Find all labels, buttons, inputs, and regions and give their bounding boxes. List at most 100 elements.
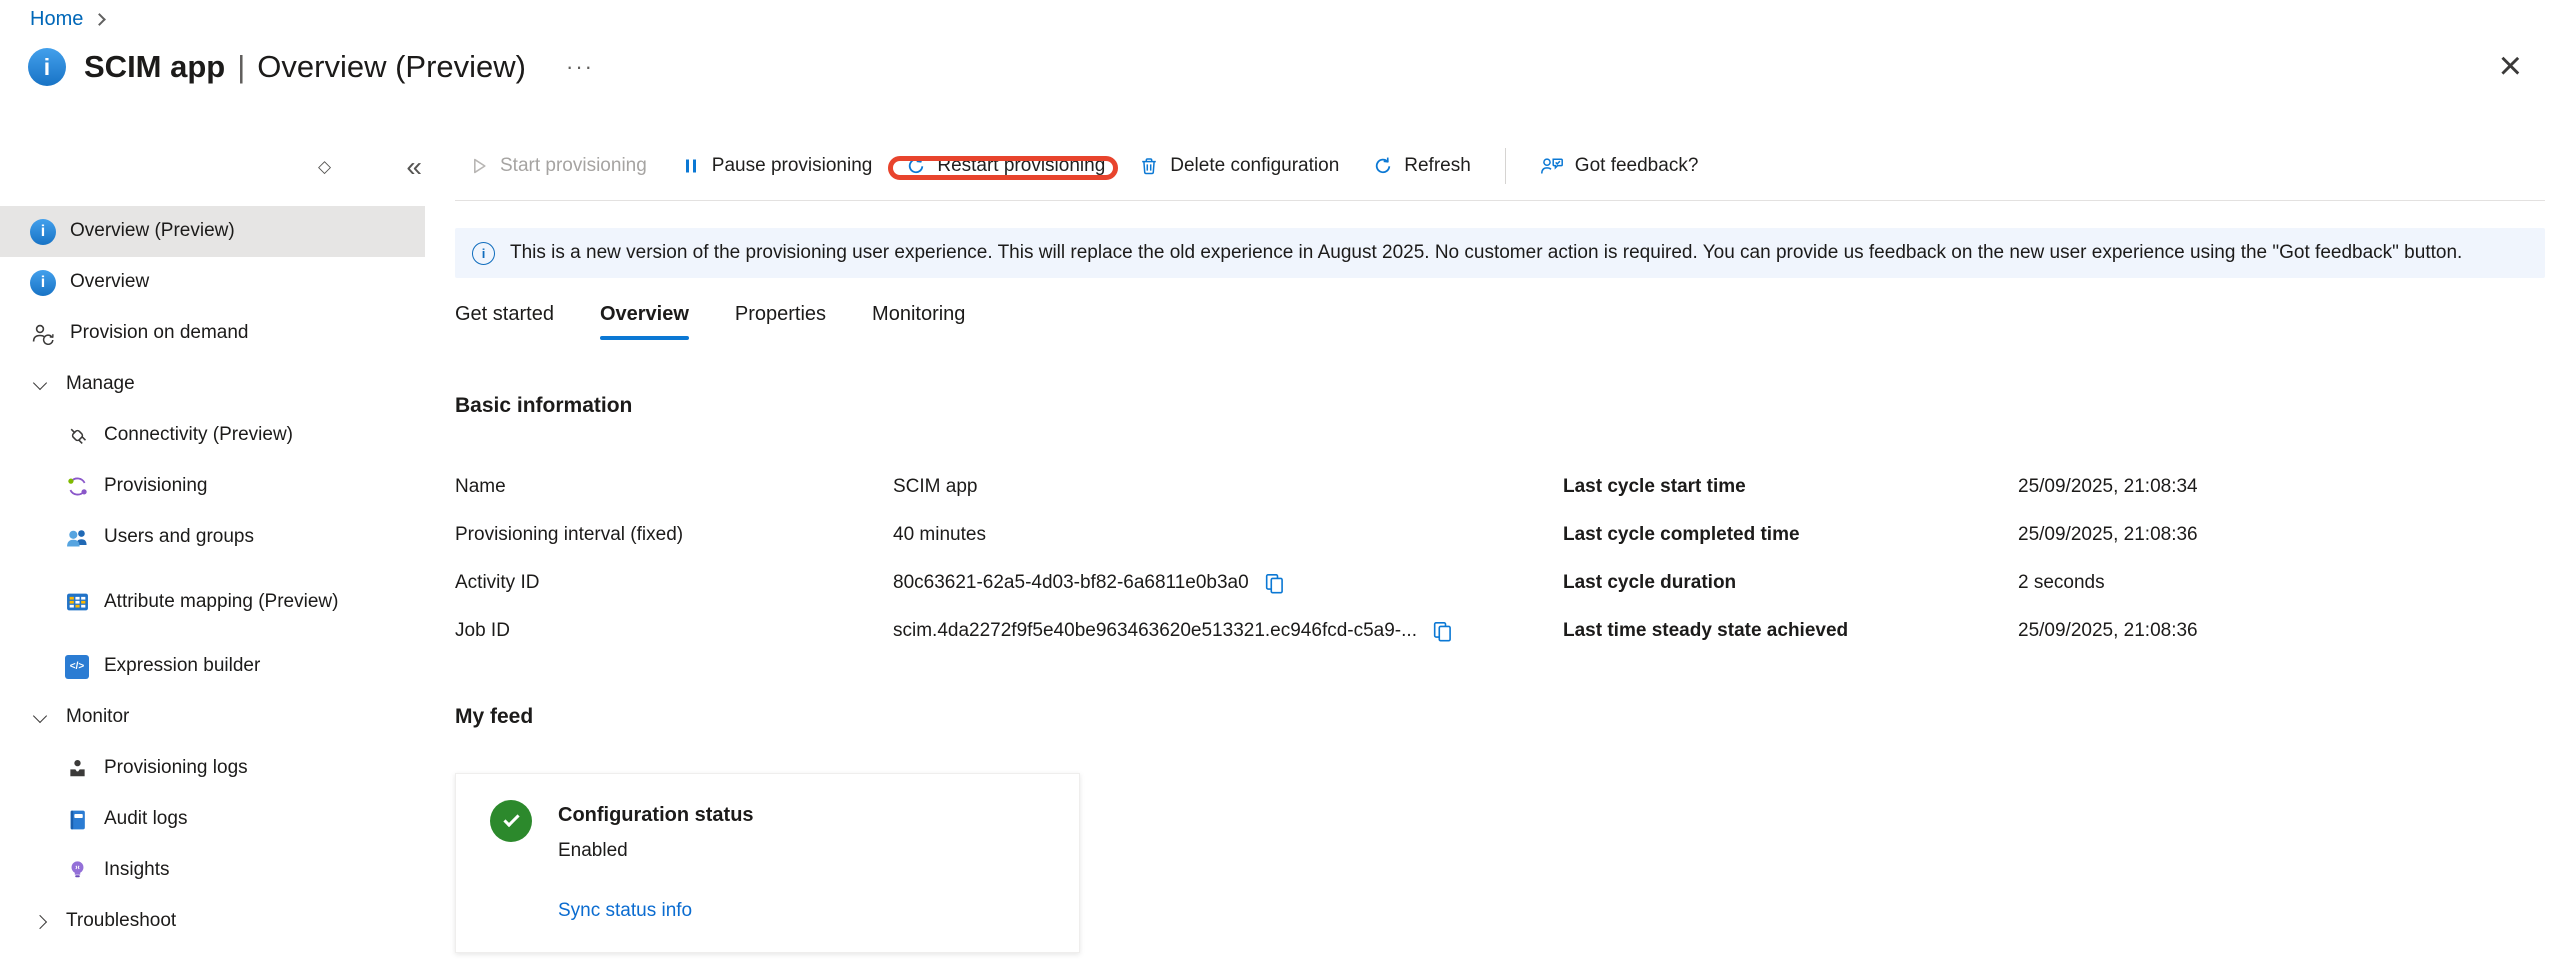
- info-badge-icon: i: [30, 270, 56, 296]
- blade-title: Overview (Preview): [257, 49, 526, 85]
- sidebar-item-label: Attribute mapping (Preview): [104, 590, 338, 615]
- pause-provisioning-button[interactable]: Pause provisioning: [681, 155, 873, 177]
- sidebar-item-insights[interactable]: Insights: [0, 845, 425, 896]
- sidebar-item-label: Users and groups: [104, 525, 254, 550]
- sidebar-item-overview[interactable]: i Overview: [0, 257, 425, 308]
- got-feedback-button[interactable]: Got feedback?: [1540, 155, 1699, 177]
- refresh-button[interactable]: Refresh: [1373, 155, 1471, 177]
- sidebar-group-label: Manage: [66, 372, 135, 397]
- tab-monitoring[interactable]: Monitoring: [872, 303, 965, 340]
- sidebar-item-label: Overview: [70, 270, 149, 295]
- basic-information-heading: Basic information: [455, 394, 2545, 418]
- sidebar-item-label: Connectivity (Preview): [104, 423, 293, 448]
- sidebar-item-provisioning[interactable]: Provisioning: [0, 461, 425, 512]
- info-label: Name: [455, 463, 893, 511]
- sidebar-group-label: Troubleshoot: [66, 909, 176, 934]
- app-info-badge-icon: i: [28, 48, 66, 86]
- info-value: 80c63621-62a5-4d03-bf82-6a6811e0b3a0: [893, 559, 1563, 607]
- sidebar-group-label: Monitor: [66, 705, 129, 730]
- sidebar-item-label: Insights: [104, 858, 169, 883]
- plug-icon: [64, 424, 90, 447]
- sidebar-item-label: Overview (Preview): [70, 219, 235, 244]
- info-value: 2 seconds: [2018, 559, 2545, 607]
- app-name: SCIM app: [84, 49, 225, 85]
- mapping-table-icon: [64, 592, 90, 612]
- feedback-icon: [1540, 156, 1564, 176]
- sidebar-item-overview-preview[interactable]: i Overview (Preview): [0, 206, 425, 257]
- copy-icon[interactable]: [1431, 620, 1454, 643]
- tab-overview[interactable]: Overview: [600, 303, 689, 340]
- play-icon: [469, 156, 489, 176]
- info-label: Job ID: [455, 607, 893, 655]
- info-label: Last time steady state achieved: [1563, 607, 2018, 655]
- code-icon: </>: [65, 655, 89, 679]
- sidebar-item-users-and-groups[interactable]: Users and groups: [0, 512, 425, 563]
- info-label: Provisioning interval (fixed): [455, 511, 893, 559]
- sync-status-info-link[interactable]: Sync status info: [558, 900, 692, 922]
- book-icon: [64, 809, 90, 831]
- tab-get-started[interactable]: Get started: [455, 303, 554, 340]
- breadcrumb: Home: [30, 8, 104, 31]
- title-separator: |: [237, 49, 245, 85]
- more-options-icon[interactable]: ···: [566, 54, 594, 80]
- chevron-right-icon: [33, 914, 47, 928]
- toolbar-divider: [455, 200, 2545, 201]
- sidebar-item-label: Expression builder: [104, 654, 260, 679]
- chevron-down-icon: [33, 708, 47, 722]
- sidebar-item-provision-on-demand[interactable]: Provision on demand: [0, 308, 425, 359]
- tab-properties[interactable]: Properties: [735, 303, 826, 340]
- tab-bar: Get started Overview Properties Monitori…: [455, 303, 2545, 340]
- sidebar-item-label: Provision on demand: [70, 321, 249, 346]
- sidebar-item-label: Provisioning: [104, 474, 208, 499]
- sidebar-item-expression-builder[interactable]: </> Expression builder: [0, 641, 425, 692]
- sync-dots-icon: [64, 475, 90, 498]
- start-provisioning-button[interactable]: Start provisioning: [469, 155, 647, 177]
- sidebar-item-attribute-mapping[interactable]: Attribute mapping (Preview): [0, 563, 425, 641]
- info-banner: i This is a new version of the provision…: [455, 228, 2545, 278]
- basic-information-grid: Name SCIM app Last cycle start time 25/0…: [455, 463, 2545, 655]
- status-value: Enabled: [558, 840, 754, 862]
- info-value: 25/09/2025, 21:08:34: [2018, 463, 2545, 511]
- sidebar-group-manage[interactable]: Manage: [0, 359, 425, 410]
- sidebar: i Overview (Preview) i Overview Provisio…: [0, 206, 425, 947]
- chevron-down-icon: [33, 375, 47, 389]
- info-value: 25/09/2025, 21:08:36: [2018, 607, 2545, 655]
- sidebar-item-label: Provisioning logs: [104, 756, 248, 781]
- sidebar-group-monitor[interactable]: Monitor: [0, 692, 425, 743]
- person-tray-icon: [64, 758, 90, 779]
- close-icon[interactable]: ×: [2499, 46, 2522, 86]
- info-icon: i: [472, 242, 495, 265]
- breadcrumb-chevron-icon: [93, 13, 106, 26]
- success-check-icon: [490, 800, 532, 842]
- people-icon: [64, 527, 90, 548]
- copy-icon[interactable]: [1263, 572, 1286, 595]
- sidebar-controls: ◇ «: [318, 146, 422, 188]
- resize-handle-icon[interactable]: ◇: [318, 157, 331, 177]
- sidebar-item-audit-logs[interactable]: Audit logs: [0, 794, 425, 845]
- breadcrumb-home-link[interactable]: Home: [30, 8, 83, 31]
- configuration-status-card: Configuration status Enabled Sync status…: [455, 773, 1080, 953]
- page-header: i SCIM app | Overview (Preview) ···: [28, 48, 594, 86]
- main-content: Start provisioning Pause provisioning Re…: [455, 132, 2545, 953]
- sidebar-group-troubleshoot[interactable]: Troubleshoot: [0, 896, 425, 947]
- person-sync-icon: [30, 323, 56, 345]
- info-badge-icon: i: [30, 219, 56, 245]
- info-value: scim.4da2272f9f5e40be963463620e513321.ec…: [893, 607, 1563, 655]
- refresh-icon: [1373, 156, 1393, 176]
- trash-icon: [1139, 156, 1159, 176]
- my-feed-heading: My feed: [455, 705, 2545, 729]
- info-label: Last cycle start time: [1563, 463, 2018, 511]
- card-body: Configuration status Enabled Sync status…: [558, 800, 754, 952]
- info-label: Activity ID: [455, 559, 893, 607]
- info-value: 25/09/2025, 21:08:36: [2018, 511, 2545, 559]
- collapse-sidebar-icon[interactable]: «: [406, 153, 422, 181]
- lightbulb-icon: [64, 859, 90, 882]
- restart-provisioning-button[interactable]: Restart provisioning: [906, 155, 1105, 177]
- pause-icon: [681, 156, 701, 176]
- command-bar: Start provisioning Pause provisioning Re…: [455, 132, 2545, 200]
- banner-text: This is a new version of the provisionin…: [510, 242, 2462, 264]
- sidebar-item-provisioning-logs[interactable]: Provisioning logs: [0, 743, 425, 794]
- card-title: Configuration status: [558, 804, 754, 827]
- sidebar-item-connectivity[interactable]: Connectivity (Preview): [0, 410, 425, 461]
- delete-configuration-button[interactable]: Delete configuration: [1139, 155, 1339, 177]
